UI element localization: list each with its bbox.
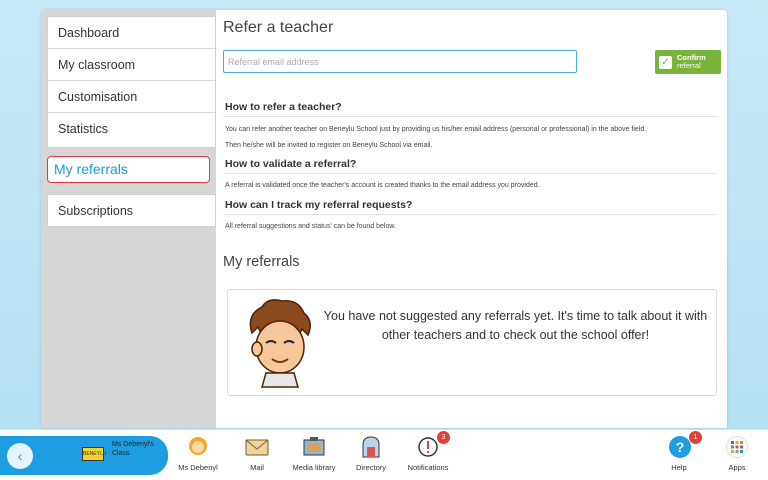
nav-item-mail[interactable]: Mail xyxy=(242,434,272,472)
my-referrals-heading: My referrals xyxy=(223,254,300,270)
sidebar-item-my-classroom[interactable]: My classroom xyxy=(48,49,215,81)
help-icon: ? 1 xyxy=(667,431,702,460)
confirm-referral-button[interactable]: ✓ Confirm referral xyxy=(655,50,721,74)
svg-text:?: ? xyxy=(676,439,685,455)
sidebar-item-subscriptions[interactable]: Subscriptions xyxy=(48,195,215,227)
directory-icon xyxy=(358,434,384,460)
nav-label-notifications: Notifications xyxy=(407,463,449,472)
main-window: Dashboard My classroom Customisation Sta… xyxy=(41,10,727,428)
avatar-icon xyxy=(185,434,211,460)
back-button[interactable]: ‹ xyxy=(7,443,33,469)
empty-referrals-message: You have not suggested any referrals yet… xyxy=(323,309,708,342)
help-badge: 1 xyxy=(689,431,702,444)
nav-item-notifications[interactable]: 3 Notifications xyxy=(406,431,450,472)
referral-email-input[interactable] xyxy=(223,50,577,73)
notifications-badge: 3 xyxy=(437,431,450,444)
nav-item-media-library[interactable]: Media library xyxy=(289,434,339,472)
nav-item-apps[interactable]: Apps xyxy=(724,434,750,472)
mascot-icon xyxy=(249,299,311,388)
section-divider xyxy=(223,214,717,215)
section-text-validate: A referral is validated once the teacher… xyxy=(225,182,540,189)
empty-referrals-box: You have not suggested any referrals yet… xyxy=(227,289,717,396)
section-heading-validate: How to validate a referral? xyxy=(225,158,357,170)
section-heading-track: How can I track my referral requests? xyxy=(225,199,413,211)
sidebar-group-settings: Dashboard My classroom Customisation Sta… xyxy=(47,16,216,148)
main-content: Refer a teacher ✓ Confirm referral How t… xyxy=(216,10,727,428)
section-heading-refer: How to refer a teacher? xyxy=(225,101,342,113)
section-text-refer-2: Then he/she will be invited to register … xyxy=(225,142,433,149)
class-logo: BENEYLU xyxy=(82,447,106,461)
sidebar-item-dashboard[interactable]: Dashboard xyxy=(48,17,215,49)
sidebar-item-my-referrals[interactable]: My referrals xyxy=(47,156,210,183)
media-library-icon xyxy=(301,434,327,460)
nav-label-profile: Ms Debenyl xyxy=(178,463,218,472)
mail-icon xyxy=(244,434,270,460)
nav-item-profile[interactable]: Ms Debenyl xyxy=(178,434,218,472)
nav-label-apps: Apps xyxy=(728,463,746,472)
nav-item-help[interactable]: ? 1 Help xyxy=(667,431,702,472)
sidebar: Dashboard My classroom Customisation Sta… xyxy=(41,10,216,428)
sidebar-group-subscriptions: Subscriptions xyxy=(47,194,216,227)
apps-grid-icon xyxy=(724,434,750,460)
checkmark-icon: ✓ xyxy=(659,55,672,69)
nav-label-help: Help xyxy=(671,463,687,472)
sidebar-item-customisation[interactable]: Customisation xyxy=(48,81,215,113)
class-switcher[interactable]: ‹ BENEYLU Ms Debenyl's Class xyxy=(0,436,168,475)
bottom-dock: ‹ BENEYLU Ms Debenyl's Class Ms Debenyl … xyxy=(0,429,768,480)
notifications-icon: 3 xyxy=(415,431,450,460)
page-title: Refer a teacher xyxy=(223,19,334,36)
nav-label-mail: Mail xyxy=(250,463,264,472)
nav-item-directory[interactable]: Directory xyxy=(352,434,390,472)
confirm-referral-label: Confirm referral xyxy=(677,53,706,70)
section-divider xyxy=(223,116,717,117)
sidebar-item-statistics[interactable]: Statistics xyxy=(48,113,215,145)
section-divider xyxy=(223,173,717,174)
section-text-refer-1: You can refer another teacher on Beneylu… xyxy=(225,126,647,133)
section-text-track: All referral suggestions and status' can… xyxy=(225,223,396,230)
nav-label-media-library: Media library xyxy=(292,463,336,472)
nav-label-directory: Directory xyxy=(355,463,386,472)
class-name: Ms Debenyl's Class xyxy=(112,441,154,457)
